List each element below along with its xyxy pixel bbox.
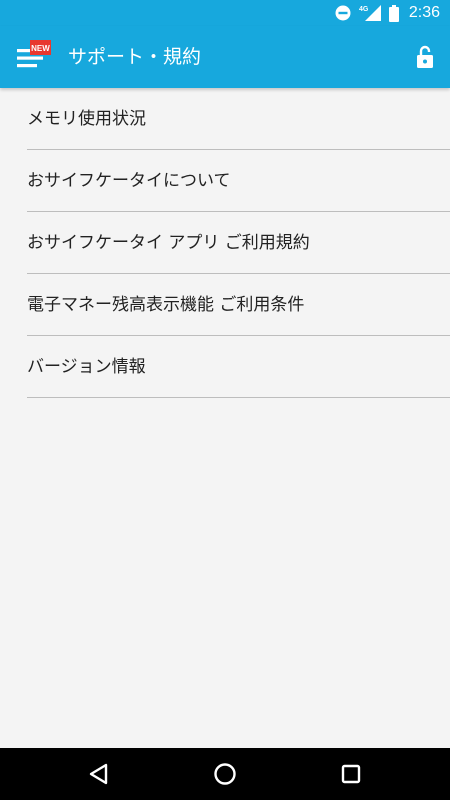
- status-icons: 4G 2:36: [327, 0, 440, 26]
- screen: 4G 2:36 NEW サポート・規約 メモリ使用状況 おサイフケータイについて…: [0, 0, 450, 800]
- list-item-label: 電子マネー残高表示機能 ご利用条件: [27, 295, 305, 315]
- list-item-about-osaifu[interactable]: おサイフケータイについて: [0, 150, 450, 212]
- list-item-memory-usage[interactable]: メモリ使用状況: [0, 88, 450, 150]
- new-badge-label: NEW: [31, 44, 50, 53]
- list-item-app-terms[interactable]: おサイフケータイ アプリ ご利用規約: [0, 212, 450, 274]
- list-item-label: バージョン情報: [27, 357, 146, 377]
- recents-icon[interactable]: [338, 761, 364, 787]
- network-type-label: 4G: [359, 6, 369, 13]
- signal-icon: 4G: [359, 5, 381, 21]
- status-bar: 4G 2:36: [0, 0, 450, 26]
- menu-icon[interactable]: NEW: [17, 40, 51, 70]
- list-item-label: メモリ使用状況: [27, 109, 146, 129]
- divider: [27, 397, 450, 398]
- support-menu-list: メモリ使用状況 おサイフケータイについて おサイフケータイ アプリ ご利用規約 …: [0, 88, 450, 398]
- do-not-disturb-icon: [335, 5, 351, 21]
- list-item-label: おサイフケータイについて: [27, 171, 231, 191]
- unlock-icon[interactable]: [416, 45, 434, 69]
- page-title: サポート・規約: [68, 46, 202, 68]
- list-item-version-info[interactable]: バージョン情報: [0, 336, 450, 398]
- back-icon[interactable]: [86, 761, 112, 787]
- home-icon[interactable]: [212, 761, 238, 787]
- status-time: 2:36: [408, 4, 440, 21]
- app-bar: NEW サポート・規約: [0, 26, 450, 88]
- list-item-label: おサイフケータイ アプリ ご利用規約: [27, 233, 310, 253]
- list-item-balance-terms[interactable]: 電子マネー残高表示機能 ご利用条件: [0, 274, 450, 336]
- navigation-bar: [0, 748, 450, 800]
- battery-icon: [388, 4, 399, 22]
